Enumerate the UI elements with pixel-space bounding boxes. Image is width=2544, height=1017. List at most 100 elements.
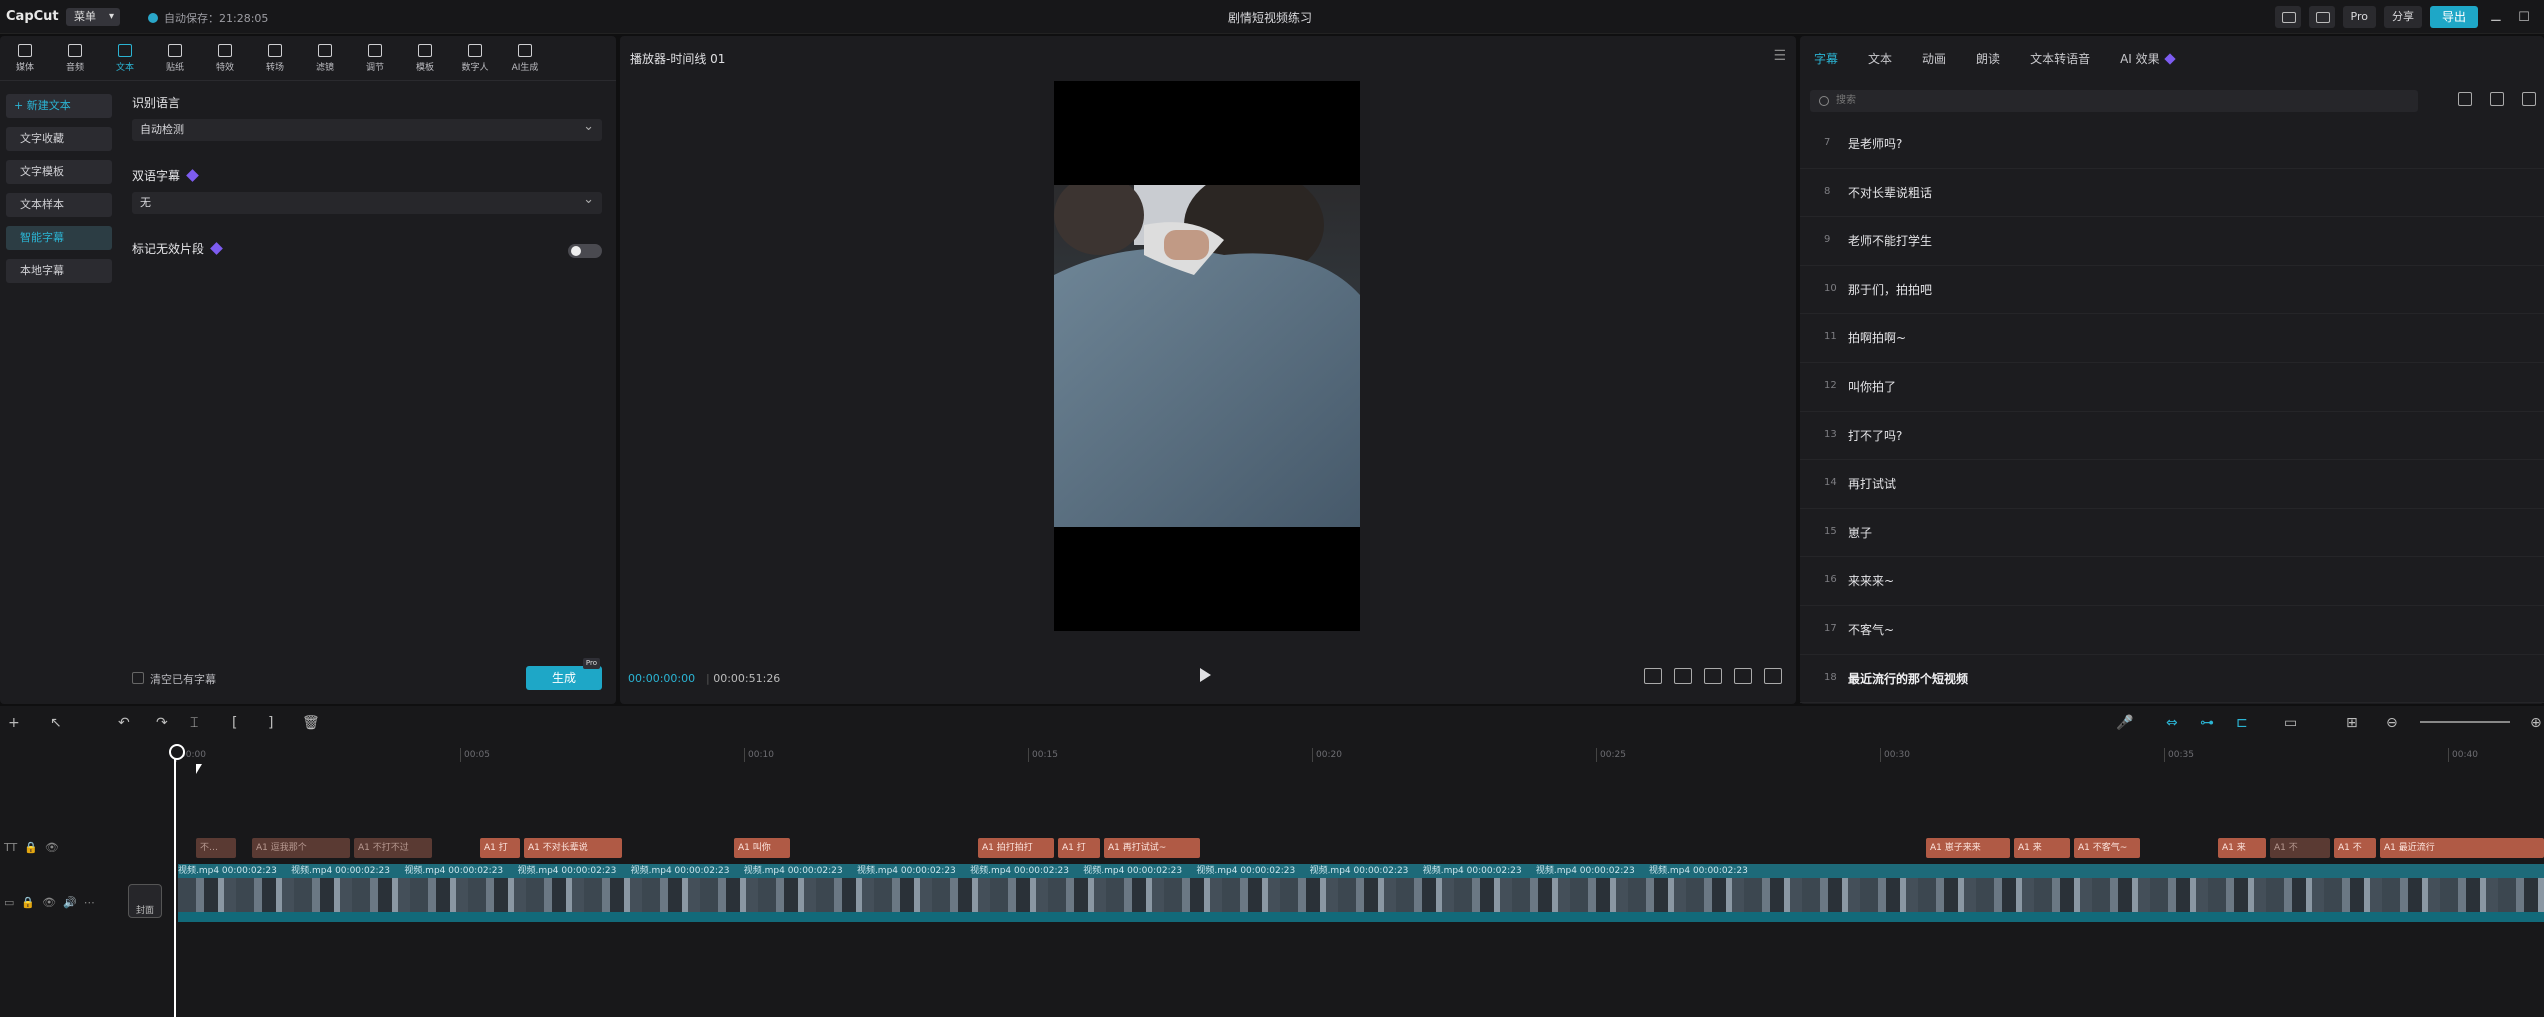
ratio-icon[interactable] [1644,668,1662,684]
delete-icon[interactable]: 🗑 [302,715,320,731]
caption-row[interactable]: 17 不客气~ [1800,606,2544,655]
add-track-icon[interactable]: + [8,715,20,731]
caption-row[interactable]: 14 再打试试 [1800,460,2544,509]
video-track[interactable]: 视频.mp4 00:00:02:23 视频.mp4 00:00:02:23 视频… [178,864,2544,922]
text-clip[interactable]: A1 来 [2014,838,2070,858]
caption-row[interactable]: 9 老师不能打学生 [1800,217,2544,266]
shortcut-icon[interactable] [2308,6,2335,28]
text-clip[interactable]: A1 打 [480,838,520,858]
clear-existing-checkbox[interactable] [132,672,144,684]
play-icon[interactable] [1200,668,1211,682]
tab-read[interactable]: 朗读 [1976,50,2000,67]
share-button[interactable]: 分享 [2383,6,2422,28]
text-clip[interactable]: A1 来 [2218,838,2266,858]
text-clip[interactable]: 不… [196,838,236,858]
pro-button[interactable]: Pro [2342,6,2376,28]
tab-animation[interactable]: 动画 [1922,50,1946,67]
text-clip[interactable]: A1 打 [1058,838,1100,858]
tab-captions[interactable]: 字幕 [1814,50,1838,67]
zoom-fit-icon[interactable] [1704,668,1722,684]
caption-row[interactable]: 18 最近流行的那个短视频 [1800,655,2544,704]
tool-transition[interactable]: 转场 [250,40,300,78]
zoom-slider[interactable] [2420,721,2510,723]
ruler-tick: 00:20 [1312,748,1342,762]
sort-icon[interactable] [2490,92,2504,106]
text-clip[interactable]: A1 不打不过 [354,838,432,858]
maximize-icon[interactable]: ☐ [2514,10,2534,25]
tab-tts[interactable]: 文本转语音 [2030,50,2090,67]
replace-icon[interactable] [2458,92,2472,106]
crop-icon[interactable] [1674,668,1692,684]
caption-row[interactable]: 10 那于们，拍拍吧 [1800,266,2544,315]
text-clip[interactable]: A1 最近流行 [2380,838,2544,858]
link-icon[interactable]: ⊶ [2200,715,2214,731]
caption-row[interactable]: 13 打不了吗? [1800,412,2544,461]
caption-row[interactable]: 15 崽子 [1800,509,2544,558]
caption-row[interactable]: 7 是老师吗? [1800,120,2544,169]
select-tool-icon[interactable]: ↖ [50,715,62,731]
tool-audio[interactable]: 音频 [50,40,100,78]
tab-text[interactable]: 文本 [1868,50,1892,67]
zoom-in-icon[interactable]: ⊕ [2530,715,2542,731]
side-item-favorites[interactable]: 文字收藏 [6,127,112,151]
caption-icon[interactable]: ▭ [2284,715,2297,731]
video-preview[interactable] [1054,81,1360,631]
main-menu-button[interactable]: 菜单 [66,8,120,26]
zoom-out-icon[interactable]: ⊖ [2386,715,2398,731]
tab-ai-effects[interactable]: AI 效果 [2120,50,2176,67]
undo-icon[interactable]: ↶ [118,715,130,731]
text-clip[interactable]: A1 不 [2334,838,2376,858]
redo-icon[interactable]: ↷ [156,715,168,731]
side-item-samples[interactable]: 文本样本 [6,193,112,217]
text-clip[interactable]: A1 不客气~ [2074,838,2140,858]
export-button[interactable]: 导出 [2429,6,2478,28]
recognize-language-select[interactable]: 自动检测 [132,116,602,141]
text-clip[interactable]: A1 叫你 [734,838,790,858]
playhead[interactable] [169,744,185,1017]
settings-icon[interactable] [2522,92,2536,106]
side-item-local-captions[interactable]: 本地字幕 [6,259,112,283]
mark-invalid-toggle[interactable] [568,244,602,258]
side-item-auto-captions[interactable]: 智能字幕 [6,226,112,250]
cover-button[interactable]: 封面 [128,884,162,918]
timeline-ruler[interactable]: 00:00 00:05 00:10 00:15 00:20 00:25 00:3… [174,744,2544,764]
caption-row[interactable]: 12 叫你拍了 [1800,363,2544,412]
caption-row[interactable]: 8 不对长辈说粗话 [1800,169,2544,218]
tool-avatar[interactable]: 数字人 [450,40,500,78]
video-track-controls[interactable]: ▭ 🔒 👁 🔊 ⋯ [4,896,95,909]
tool-adjust[interactable]: 调节 [350,40,400,78]
split-icon[interactable]: ⌶ [190,715,198,731]
fullscreen-icon[interactable] [1764,668,1782,684]
snap-icon[interactable]: ⇔ [2166,715,2178,731]
tool-ai[interactable]: AI生成 [500,40,550,78]
caption-row[interactable]: 11 拍啊拍啊~ [1800,314,2544,363]
layout-icon[interactable] [2274,6,2301,28]
text-clip[interactable]: A1 再打试试~ [1104,838,1200,858]
trim-right-icon[interactable]: ] [268,715,273,731]
generate-button[interactable]: 生成 Pro [526,658,602,690]
tool-sticker[interactable]: 贴纸 [150,40,200,78]
preview-axis-icon[interactable]: ⊏ [2236,715,2248,731]
text-clip[interactable]: A1 逗我那个 [252,838,350,858]
text-track-controls[interactable]: TT 🔒 👁 [4,841,59,854]
tool-text[interactable]: 文本 [100,40,150,78]
tool-media[interactable]: 媒体 [0,40,50,78]
side-item-templates[interactable]: 文字模板 [6,160,112,184]
mic-icon[interactable]: 🎤 [2116,715,2133,731]
text-clip[interactable]: A1 拍打拍打 [978,838,1054,858]
side-item-new-text[interactable]: + 新建文本 [6,94,112,118]
bilingual-select[interactable]: 无 [132,189,602,214]
fit-timeline-icon[interactable]: ⊞ [2346,715,2358,731]
caption-search-input[interactable]: 搜索 [1810,90,2418,112]
minimize-icon[interactable]: ⚊ [2486,10,2506,25]
tool-filter[interactable]: 滤镜 [300,40,350,78]
quality-icon[interactable] [1734,668,1752,684]
tool-effects[interactable]: 特效 [200,40,250,78]
text-clip[interactable]: A1 崽子来来 [1926,838,2010,858]
tool-template[interactable]: 模板 [400,40,450,78]
player-menu-icon[interactable]: ☰ [1773,48,1786,64]
text-clip[interactable]: A1 不 [2270,838,2330,858]
trim-left-icon[interactable]: [ [232,715,237,731]
caption-row[interactable]: 16 来来来~ [1800,557,2544,606]
text-clip[interactable]: A1 不对长辈说 [524,838,622,858]
